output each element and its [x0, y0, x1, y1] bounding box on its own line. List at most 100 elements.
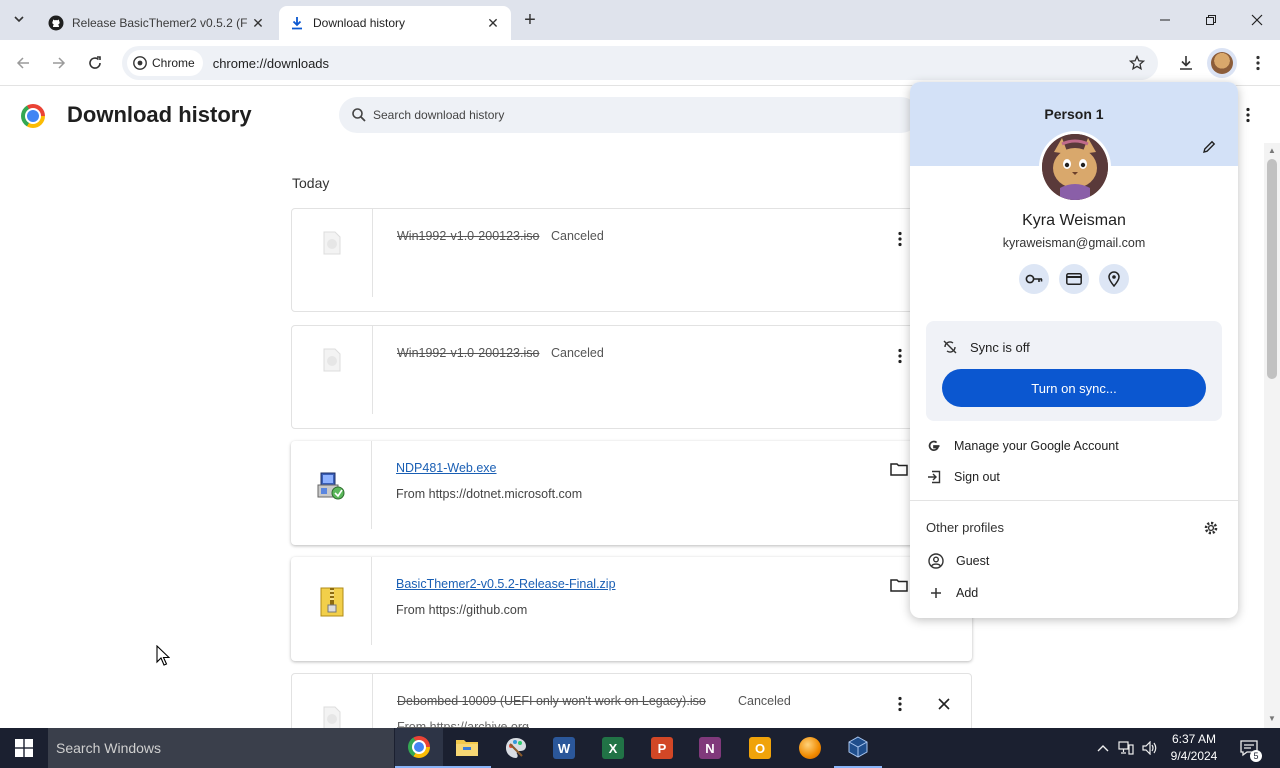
- tab-close-icon[interactable]: ✕: [485, 15, 501, 31]
- file-icon-column: [291, 557, 372, 645]
- system-clock[interactable]: 6:37 AM 9/4/2024: [1162, 731, 1226, 765]
- payment-methods-button[interactable]: [1059, 264, 1089, 294]
- restore-icon: [1206, 15, 1216, 25]
- google-icon: [926, 438, 942, 454]
- new-tab-button[interactable]: +: [518, 8, 542, 32]
- page-title: Download history: [67, 102, 252, 127]
- file-icon-column: [292, 326, 373, 414]
- scroll-up-arrow-icon[interactable]: ▲: [1267, 146, 1277, 156]
- network-button[interactable]: [1116, 728, 1136, 768]
- site-info-chip[interactable]: Chrome: [127, 50, 203, 76]
- windows-logo-icon: [15, 739, 33, 757]
- chip-label: Chrome: [152, 56, 195, 70]
- file-icon-column: [292, 209, 373, 297]
- search-downloads[interactable]: [339, 97, 919, 133]
- page-scrollbar[interactable]: ▲ ▼: [1264, 143, 1280, 728]
- arrow-left-icon: [16, 57, 29, 69]
- tab-release-basicthemer[interactable]: Release BasicThemer2 v0.5.2 (F ✕: [38, 6, 276, 40]
- addresses-button[interactable]: [1099, 264, 1129, 294]
- generic-file-icon: [323, 706, 341, 728]
- add-profile-item[interactable]: Add: [928, 583, 978, 603]
- github-icon: [48, 15, 64, 31]
- profile-button[interactable]: [1207, 48, 1237, 78]
- tab-close-icon[interactable]: ✕: [250, 15, 266, 31]
- taskbar-vlc[interactable]: [786, 728, 834, 768]
- show-hidden-icons-button[interactable]: [1094, 728, 1112, 768]
- taskbar-virtualbox[interactable]: [834, 728, 882, 768]
- folder-icon: [890, 463, 908, 476]
- guest-profile-item[interactable]: Guest: [928, 551, 989, 571]
- taskbar-onenote[interactable]: N: [686, 728, 734, 768]
- source-url: From https://dotnet.microsoft.com: [396, 487, 583, 501]
- folder-icon: [890, 579, 908, 592]
- taskbar-file-explorer[interactable]: [443, 728, 491, 768]
- scrollbar-thumb[interactable]: [1267, 159, 1277, 379]
- avatar: [1207, 48, 1237, 78]
- guest-avatar-icon: [928, 553, 944, 569]
- manage-profiles-gear-icon[interactable]: [1203, 520, 1219, 536]
- source-url: From https://archive.org: [397, 720, 529, 728]
- chrome-menu-button[interactable]: [1243, 48, 1273, 78]
- restore-button[interactable]: [1188, 0, 1234, 40]
- pencil-icon: [1203, 140, 1216, 153]
- tab-search-button[interactable]: [6, 6, 32, 32]
- taskbar-powerpoint[interactable]: P: [638, 728, 686, 768]
- chrome-logo-icon: [21, 104, 45, 128]
- manage-google-account-item[interactable]: Manage your Google Account: [926, 436, 1119, 456]
- volume-button[interactable]: [1140, 728, 1160, 768]
- forward-button[interactable]: [44, 48, 74, 78]
- search-input[interactable]: [373, 108, 873, 122]
- scroll-down-arrow-icon[interactable]: ▼: [1267, 714, 1277, 724]
- remove-from-list-button[interactable]: [934, 694, 954, 714]
- chevron-up-icon: [1097, 745, 1109, 752]
- taskbar-search[interactable]: Search Windows: [48, 728, 394, 768]
- more-actions-button[interactable]: [890, 694, 910, 714]
- sign-out-item[interactable]: Sign out: [926, 467, 1000, 487]
- taskbar-outlook[interactable]: O: [736, 728, 784, 768]
- excel-icon: X: [602, 737, 624, 759]
- generic-file-icon: [323, 231, 341, 255]
- more-actions-button[interactable]: [890, 346, 910, 366]
- edit-profile-button[interactable]: [1200, 138, 1218, 156]
- notification-count-badge: 5: [1250, 750, 1262, 762]
- windows-taskbar: Search Windows W X P N O 6:37 AM 9/4/202…: [0, 728, 1280, 768]
- tab-download-history[interactable]: Download history ✕: [279, 6, 511, 40]
- zip-file-icon: [320, 587, 344, 617]
- download-item: Debombed 10009 (UEFI only won't work on …: [291, 673, 972, 728]
- taskbar-excel[interactable]: X: [589, 728, 637, 768]
- back-button[interactable]: [8, 48, 38, 78]
- downloads-button[interactable]: [1171, 48, 1201, 78]
- file-name-link[interactable]: NDP481-Web.exe: [396, 461, 497, 475]
- file-icon-column: [292, 674, 373, 728]
- show-in-folder-button[interactable]: [889, 459, 909, 479]
- passwords-button[interactable]: [1019, 264, 1049, 294]
- address-bar[interactable]: Chrome chrome://downloads: [122, 46, 1158, 80]
- sync-status: Sync is off: [970, 340, 1030, 355]
- other-profiles-heading: Other profiles: [926, 520, 1005, 535]
- turn-on-sync-button[interactable]: Turn on sync...: [942, 369, 1206, 407]
- file-name: Debombed 10009 (UEFI only won't work on …: [397, 694, 706, 708]
- file-name-link[interactable]: BasicThemer2-v0.5.2-Release-Final.zip: [396, 577, 616, 591]
- start-button[interactable]: [0, 728, 48, 768]
- tab-title: Download history: [313, 16, 406, 30]
- onenote-icon: N: [699, 737, 721, 759]
- download-status: Canceled: [551, 346, 604, 360]
- action-center-button[interactable]: 5: [1234, 728, 1264, 768]
- sign-out-icon: [926, 469, 942, 485]
- more-vertical-icon: [1246, 107, 1250, 123]
- show-in-folder-button[interactable]: [889, 575, 909, 595]
- taskbar-chrome[interactable]: [395, 728, 443, 768]
- minimize-button[interactable]: [1142, 0, 1188, 40]
- bookmark-button[interactable]: [1126, 52, 1148, 74]
- download-icon: [289, 15, 305, 31]
- more-vertical-icon: [898, 231, 902, 247]
- url-text[interactable]: chrome://downloads: [213, 56, 329, 71]
- page-menu-button[interactable]: [1238, 105, 1258, 125]
- taskbar-paint[interactable]: [492, 728, 540, 768]
- paint-palette-icon: [506, 738, 526, 758]
- close-window-button[interactable]: [1234, 0, 1280, 40]
- download-status: Canceled: [551, 229, 604, 243]
- taskbar-word[interactable]: W: [540, 728, 588, 768]
- reload-button[interactable]: [80, 48, 110, 78]
- more-actions-button[interactable]: [890, 229, 910, 249]
